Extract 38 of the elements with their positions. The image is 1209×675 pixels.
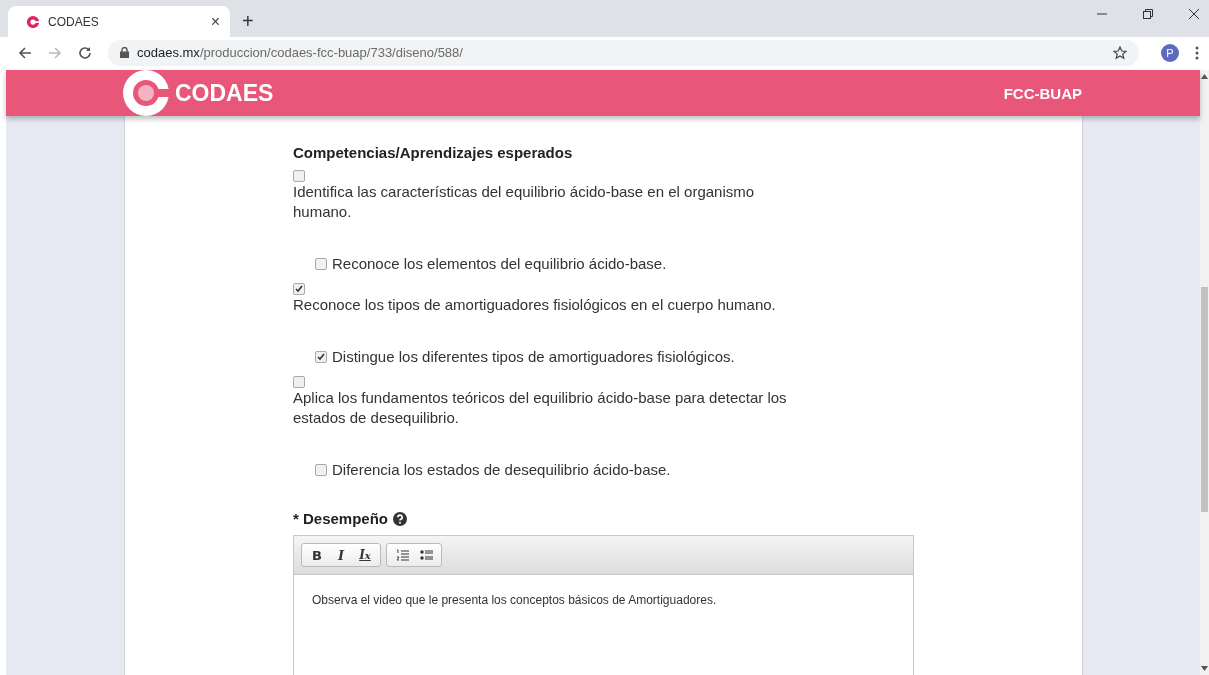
address-bar[interactable]: codaes.mx/produccion/codaes-fcc-buap/733/diseno/588/ <box>108 39 1139 66</box>
italic-button[interactable]: I <box>329 546 353 564</box>
restore-icon[interactable] <box>1143 9 1153 19</box>
competency-label: Aplica los fundamentos teóricos del equilibrio ácido-base para detectar los estados de desequilibrio. <box>293 388 788 428</box>
competency-label: Identifica las características del equilibrio ácido-base en el organismo humano. <box>293 182 756 222</box>
learning-label: Distingue los diferentes tipos de amortiguadores fisiológicos. <box>332 347 735 367</box>
scroll-up-icon[interactable] <box>1201 74 1208 79</box>
new-tab-button[interactable]: + <box>242 10 254 33</box>
reload-icon[interactable] <box>78 45 92 60</box>
competency-label: Reconoce los tipos de amortiguadores fisiológicos en el cuerpo humano. <box>293 295 777 315</box>
scroll-down-icon[interactable] <box>1201 666 1208 671</box>
learning-label: Diferencia los estados de desequilibrio ácido-base. <box>332 460 671 480</box>
section-title: Competencias/Aprendizajes esperados <box>293 144 574 161</box>
checkbox[interactable] <box>293 376 305 388</box>
checkbox[interactable] <box>293 170 305 182</box>
checkbox[interactable] <box>315 351 327 363</box>
checkbox[interactable] <box>293 283 305 295</box>
field-label: * Desempeño <box>293 510 389 527</box>
help-icon[interactable] <box>393 511 408 526</box>
star-icon[interactable] <box>1113 45 1127 60</box>
checkbox[interactable] <box>315 464 327 476</box>
scrollbar[interactable] <box>1200 70 1209 675</box>
close-tab-button[interactable]: × <box>210 12 220 31</box>
browser-tab[interactable]: CODAES × <box>8 6 230 37</box>
back-icon[interactable] <box>18 45 32 60</box>
bulleted-list-icon <box>419 549 433 561</box>
tab-title: CODAES <box>48 14 100 29</box>
close-icon[interactable] <box>1189 9 1199 19</box>
menu-icon[interactable] <box>1195 45 1199 60</box>
learning-label: Reconoce los elementos del equilibrio ácido-base. <box>332 254 667 274</box>
numbered-list-icon <box>395 549 409 561</box>
logo-icon <box>26 14 40 29</box>
organization-name: FCC-BUAP <box>1003 84 1082 102</box>
profile-avatar[interactable]: P <box>1161 43 1179 62</box>
editor-text: Observa el video que le presenta los conceptos básicos de Amortiguadores. <box>312 593 717 607</box>
checkbox[interactable] <box>315 258 327 270</box>
lock-icon <box>120 47 129 58</box>
bold-button[interactable]: B <box>305 546 329 564</box>
